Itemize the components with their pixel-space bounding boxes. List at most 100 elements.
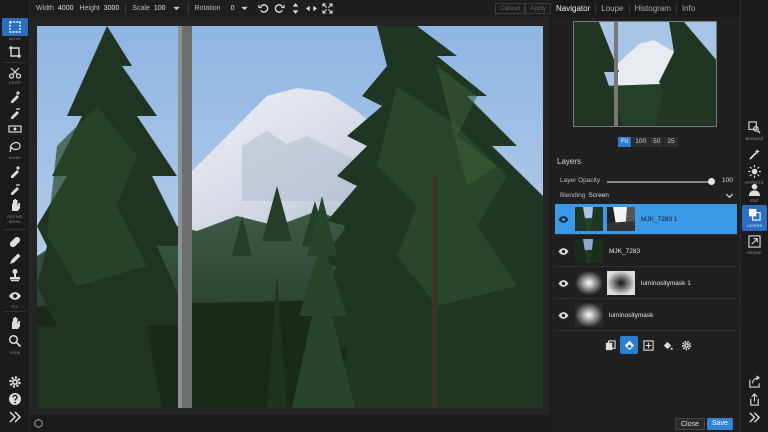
flip-vertical-icon[interactable] [290,3,301,14]
zoom-100-button[interactable]: 100 [632,137,650,147]
tool-separator [4,62,26,63]
pan-tool-button[interactable] [2,314,28,332]
zoom-presets: Fit 100 50 25 [618,137,679,147]
mask-icon [624,340,634,350]
toolbar-divider [187,3,189,14]
blending-value: Screen [588,192,609,199]
layer-item[interactable]: luminositymask 1 [555,268,737,299]
module-browse[interactable]: BROWSE [742,118,767,144]
mask-lasso-button[interactable] [2,137,28,155]
layer-item[interactable]: luminositymask [555,300,737,331]
crop-tool-label: CROP [8,80,22,85]
refine-mask-tool-label: MASK [8,219,22,224]
bandage-icon [9,236,21,248]
height-value[interactable]: 3000 [104,5,120,12]
zoom-fit-button[interactable]: Fit [618,137,632,147]
collapse-tools-button[interactable] [2,408,28,426]
fix-tool-label: FIX [11,304,19,309]
transform-toolbar: Width 4000 Height 3000 Scale 100 Rotatio… [30,0,552,17]
blending-mode-select[interactable]: Blending Screen [560,192,738,199]
fix-view-button[interactable] [2,287,28,305]
scale-value[interactable]: 100 [154,5,166,12]
double-chevron-right-icon [9,411,22,423]
refine-brush-button[interactable] [2,163,28,181]
clone-stamp-button[interactable] [2,266,28,284]
left-tool-column: MOVE CROP MASK REFINE MASK FIX VIEW [0,0,30,432]
module-column: BROWSE EFFECTS EDIT LAYERS RESIZE [740,0,768,432]
layer-image-thumbnail [575,271,603,295]
fit-expand-icon[interactable] [322,3,334,14]
apply-button[interactable]: Apply [525,3,552,14]
eye-icon[interactable] [558,279,569,288]
cancel-button[interactable]: Cancel [495,3,526,14]
move-tool-button[interactable] [2,18,28,36]
flip-horizontal-icon[interactable] [306,3,318,14]
chevron-down-icon [725,193,734,199]
refine-hand-button[interactable] [2,196,28,214]
eye-icon[interactable] [558,215,569,224]
layer-settings-button[interactable] [677,336,695,354]
hexagon-icon[interactable] [34,419,43,428]
zoom-tool-button[interactable] [2,332,28,350]
image-canvas[interactable] [30,17,550,415]
share-icon [750,393,759,406]
forest-mountain-photo [37,26,543,408]
wand-icon [749,148,760,160]
collapse-modules-button[interactable] [742,408,767,426]
layer-item[interactable]: MJK_7283 1 [555,204,737,235]
rotation-value[interactable]: 0 [231,5,235,12]
duplicate-layer-button[interactable] [601,336,619,354]
tab-loupe[interactable]: Loupe [596,4,630,13]
module-edit[interactable]: EDIT [742,180,767,206]
layer-opacity-handle[interactable] [707,178,715,185]
layer-opacity-slider[interactable] [607,181,711,183]
settings-button[interactable] [2,373,28,391]
browse-icon [748,121,761,134]
scale-dropdown-icon[interactable] [171,3,182,14]
share-button[interactable] [742,390,767,406]
tab-info[interactable]: Info [677,4,700,13]
export-button[interactable] [742,372,767,388]
navigator-preview[interactable] [573,21,717,127]
double-chevron-right-icon [749,412,761,423]
module-layers[interactable]: LAYERS [742,205,767,231]
crop-tool-button[interactable] [2,43,28,61]
fill-layer-button[interactable] [658,336,676,354]
save-button[interactable]: Save [707,418,733,430]
hand-icon [12,317,20,329]
layers-title: Layers [557,157,582,166]
close-button[interactable]: Close [675,418,705,430]
help-button[interactable] [2,390,28,408]
view-tool-label: VIEW [9,350,21,355]
mask-layer-button[interactable] [620,336,638,354]
height-label: Height [79,5,100,12]
width-value[interactable]: 4000 [58,5,74,12]
rotation-label: Rotation [194,5,221,12]
zoom-50-button[interactable]: 50 [650,137,664,147]
tab-navigator[interactable]: Navigator [551,4,597,13]
chisel-icon [8,125,22,133]
layer-name: MJK_7283 1 [641,216,678,223]
panel-tabs: Navigator Loupe Histogram Info [551,0,740,17]
rotate-right-icon[interactable] [274,3,286,14]
eye-icon[interactable] [558,311,569,320]
gear-icon [681,340,691,350]
module-resize[interactable]: RESIZE [742,232,767,258]
export-icon [749,375,761,388]
smart-layer-button[interactable] [639,336,657,354]
rotate-left-icon[interactable] [258,3,269,14]
layer-opacity-value[interactable]: 100 [722,177,733,184]
zoom-25-button[interactable]: 25 [664,137,678,147]
eye-icon[interactable] [558,247,569,256]
bucket-icon [663,341,673,350]
brush-plus-icon [11,91,20,103]
layer-item[interactable]: MJK_7283 [555,236,737,267]
tab-histogram[interactable]: Histogram [630,4,677,13]
layer-tools [601,336,696,354]
mask-chisel-button[interactable] [2,120,28,138]
fix-brush-button[interactable] [2,233,28,251]
width-label: Width [36,5,54,12]
layer-mask-thumbnail [607,207,635,231]
stamp-icon [10,269,20,282]
rotation-dropdown-icon[interactable] [239,3,250,14]
